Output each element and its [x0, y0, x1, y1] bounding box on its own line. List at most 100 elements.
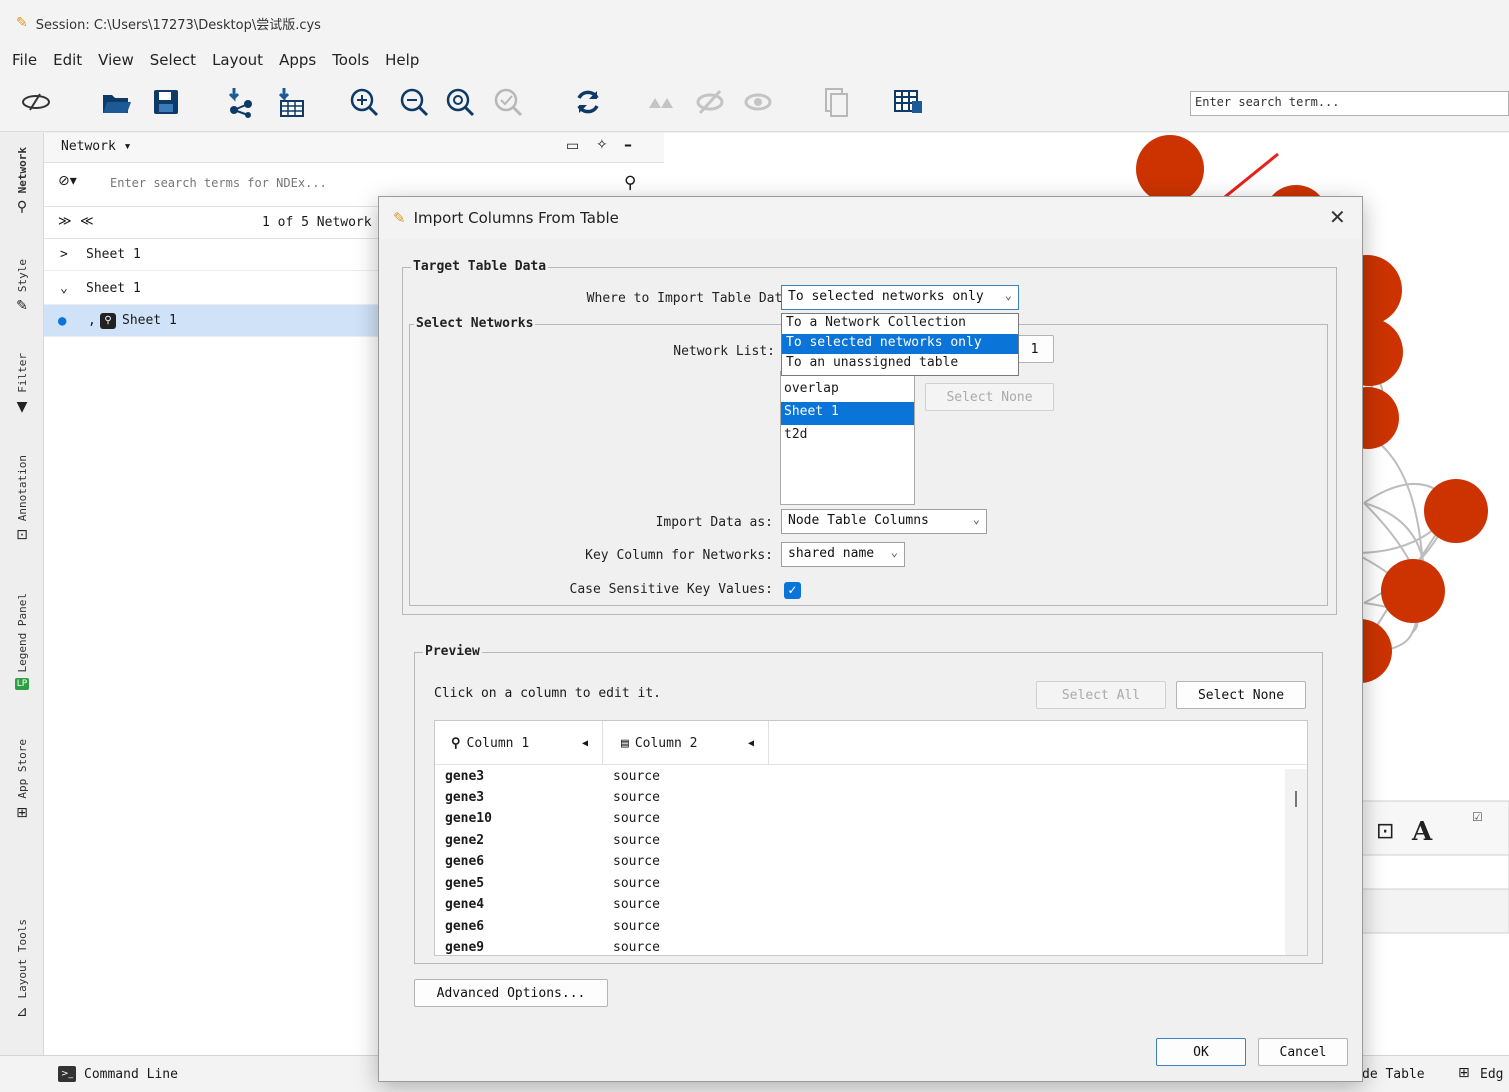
list-item-selected[interactable]: Sheet 1	[781, 402, 914, 425]
tab-app-store[interactable]: App Store ⊞	[0, 739, 44, 821]
dialog-title: Import Columns From Table	[413, 209, 619, 227]
table-row[interactable]: gene2 source	[435, 833, 1285, 854]
side-tab-strip: Network ⚲ Style ✎ Filter ▼ Annotation ⊡ …	[0, 133, 44, 1055]
expander-icon[interactable]: >	[60, 247, 86, 262]
table-row[interactable]: gene9 source	[435, 940, 1285, 955]
list-item[interactable]: overlap	[781, 379, 914, 402]
cancel-button[interactable]: Cancel	[1258, 1038, 1348, 1066]
table-row[interactable]: gene3 source	[435, 790, 1285, 811]
tab-annotation[interactable]: Annotation ⊡	[0, 455, 44, 543]
case-sensitive-checkbox[interactable]: ✓	[784, 582, 801, 599]
zoom-fit-icon[interactable]	[442, 84, 478, 120]
import-columns-dialog: ✎ Import Columns From Table ✕ Target Tab…	[378, 196, 1363, 1082]
menu-apps[interactable]: Apps	[279, 51, 316, 69]
edge-table-tab[interactable]: Edg	[1480, 1067, 1503, 1082]
import-data-as-label: Import Data as:	[655, 515, 773, 530]
import-network-icon[interactable]	[222, 84, 258, 120]
ok-button[interactable]: OK	[1156, 1038, 1246, 1066]
preview-select-all-button[interactable]: Select All	[1036, 681, 1166, 709]
key-column-select[interactable]: shared name ⌄	[781, 542, 905, 567]
annotation-icon: ⊡	[16, 527, 28, 544]
where-to-import-select[interactable]: To selected networks only ⌄	[781, 285, 1019, 310]
scrollbar-thumb[interactable]	[1295, 791, 1297, 807]
preview-select-none-button[interactable]: Select None	[1176, 681, 1306, 709]
import-data-as-select[interactable]: Node Table Columns ⌄	[781, 509, 987, 534]
table-row[interactable]: gene3 source	[435, 769, 1285, 790]
caret-left-icon[interactable]: ◀	[582, 738, 588, 749]
menu-file[interactable]: File	[12, 51, 37, 69]
option-selected-networks[interactable]: To selected networks only	[782, 334, 1018, 354]
open-folder-icon[interactable]	[98, 84, 134, 120]
ndex-icon[interactable]	[18, 84, 54, 120]
table-row[interactable]: gene6 source	[435, 854, 1285, 875]
show-icon	[740, 84, 776, 120]
option-network-collection[interactable]: To a Network Collection	[782, 314, 1018, 334]
tab-network[interactable]: Network ⚲	[0, 147, 44, 215]
font-annotation-icon[interactable]: A	[1411, 817, 1433, 847]
table-panel-icon[interactable]	[890, 84, 926, 120]
table-row[interactable]: gene6 source	[435, 919, 1285, 940]
select-none-networks-button[interactable]: Select None	[925, 383, 1054, 411]
command-line-button[interactable]: Command Line	[84, 1067, 178, 1082]
key-icon: ⚲	[451, 735, 461, 751]
text-annotation-icon[interactable]: ⊡	[1376, 819, 1394, 844]
expander-icon[interactable]: ⌄	[60, 281, 86, 296]
table-row[interactable]: gene10 source	[435, 811, 1285, 832]
preview-scrollbar[interactable]	[1285, 769, 1307, 955]
menu-select[interactable]: Select	[150, 51, 196, 69]
minimize-icon[interactable]: –	[624, 135, 632, 154]
float-icon[interactable]: ▭	[566, 138, 579, 154]
ndex-search-input[interactable]: Enter search terms for NDEx...	[110, 176, 327, 190]
column-header-1[interactable]: ⚲ Column 1 ◀	[435, 721, 603, 765]
ndex-logo-icon[interactable]: ⊘▾	[58, 173, 77, 189]
search-input[interactable]: Enter search term...	[1190, 91, 1509, 116]
advanced-options-button[interactable]: Advanced Options...	[414, 979, 608, 1007]
document-icon: ▤	[621, 735, 629, 751]
menu-edit[interactable]: Edit	[53, 51, 82, 69]
menu-help[interactable]: Help	[385, 51, 419, 69]
tab-legend-panel[interactable]: Legend Panel LP	[0, 593, 44, 691]
expand-all-icon[interactable]: ≫	[58, 214, 72, 229]
tree-row-label: Sheet 1	[86, 247, 141, 262]
node-table-tab[interactable]: de Table	[1362, 1067, 1425, 1082]
zoom-in-icon[interactable]	[346, 84, 382, 120]
tab-layout-tools[interactable]: Layout Tools ⊿	[0, 919, 44, 1020]
menu-tools[interactable]: Tools	[332, 51, 369, 69]
network-panel-title[interactable]: Network ▾	[61, 139, 131, 154]
network-node[interactable]	[1424, 479, 1488, 543]
collapse-all-icon[interactable]: ≪	[80, 214, 94, 229]
list-item[interactable]: t2d	[781, 425, 914, 448]
hide-icon	[692, 84, 728, 120]
refresh-icon[interactable]	[570, 84, 606, 120]
network-node[interactable]	[1381, 559, 1445, 623]
menu-layout[interactable]: Layout	[212, 51, 263, 69]
column-header-2[interactable]: ▤ Column 2 ◀	[603, 721, 769, 765]
tab-style[interactable]: Style ✎	[0, 259, 44, 314]
import-table-icon[interactable]	[272, 84, 308, 120]
table-row[interactable]: gene5 source	[435, 876, 1285, 897]
zoom-selected-icon	[490, 84, 526, 120]
terminal-icon[interactable]: >_	[58, 1066, 76, 1082]
preview-table-body: gene3 source gene3 source gene10 source gen…	[435, 769, 1285, 955]
window-title-bar: ✎ Session: C:\Users\17273\Desktop\尝试版.cy…	[0, 0, 1509, 46]
window-title: Session: C:\Users\17273\Desktop\尝试版.cys	[35, 17, 321, 33]
option-unassigned-table[interactable]: To an unassigned table	[782, 354, 1018, 374]
app-icon: ✎	[393, 209, 406, 227]
table-row[interactable]: gene4 source	[435, 897, 1285, 918]
caret-left-icon[interactable]: ◀	[748, 738, 754, 749]
dialog-title-bar: ✎ Import Columns From Table ✕	[379, 197, 1362, 239]
network-icon: ⚲	[16, 199, 28, 216]
search-icon[interactable]: ⚲	[624, 173, 636, 193]
close-icon[interactable]: ✕	[1329, 205, 1346, 229]
save-icon[interactable]	[148, 84, 184, 120]
pin-icon[interactable]: ✧	[596, 137, 608, 153]
ruler-icon: ⊿	[16, 1004, 28, 1021]
checkbox-annotation-icon[interactable]: ☑	[1472, 810, 1483, 824]
tab-filter[interactable]: Filter ▼	[0, 353, 44, 415]
network-list[interactable]: interactions overlap Sheet 1 t2d	[780, 371, 915, 505]
menu-view[interactable]: View	[98, 51, 134, 69]
zoom-out-icon[interactable]	[396, 84, 432, 120]
app-icon: ✎	[16, 15, 28, 31]
target-table-data-group: Target Table Data Where to Import Table …	[402, 259, 1337, 615]
first-neighbors-icon	[644, 84, 680, 120]
